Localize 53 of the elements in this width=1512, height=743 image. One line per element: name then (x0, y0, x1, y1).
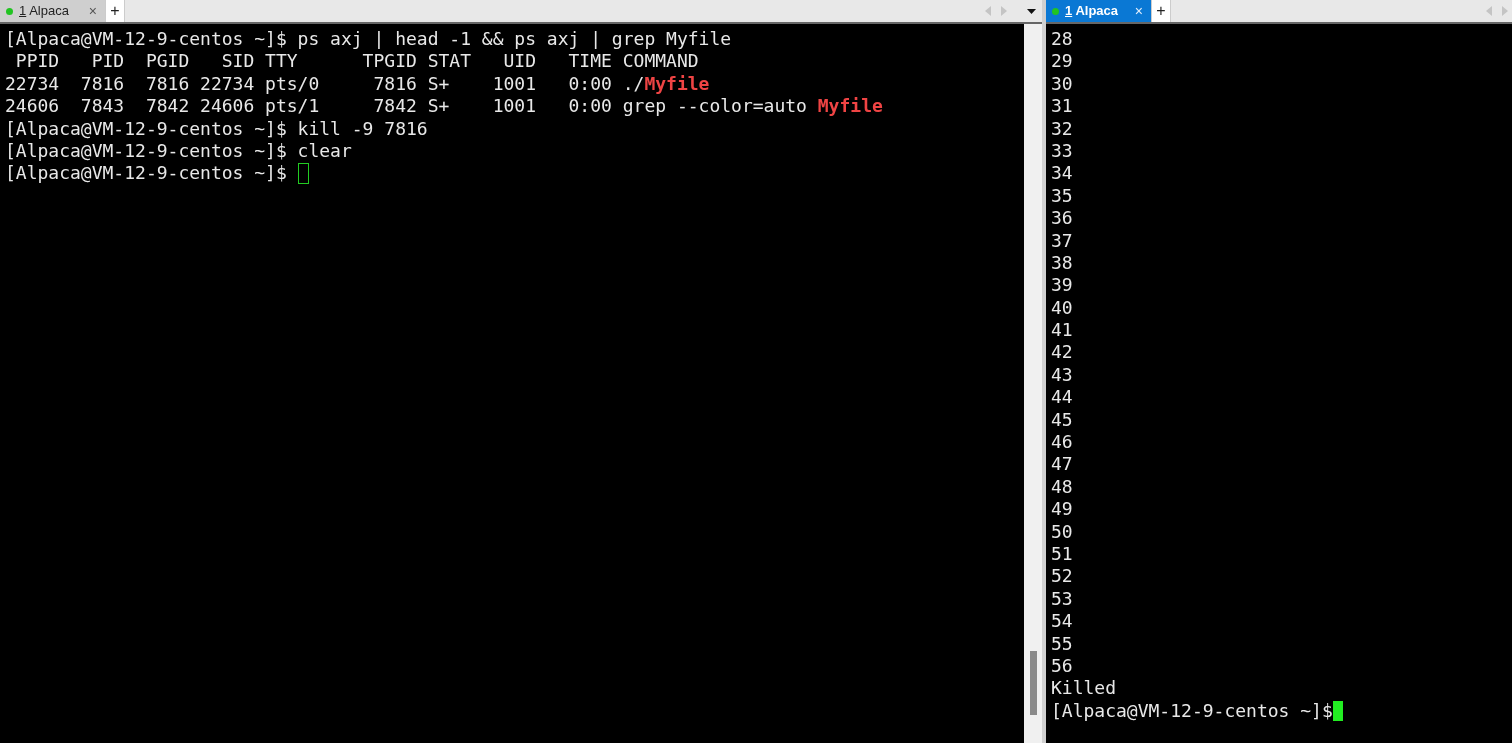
terminal-line: 29 (1051, 50, 1073, 73)
terminal-line: 41 (1051, 319, 1073, 342)
new-tab-button[interactable]: + (105, 0, 125, 22)
scroll-right-icon[interactable] (1501, 6, 1508, 16)
scrollbar[interactable] (1024, 24, 1042, 743)
terminal-line: 43 (1051, 363, 1073, 387)
terminal-line: 47 (1051, 453, 1073, 476)
terminal-line: 22734 7816 7816 22734 pts/0 7816 S+ 1001 0:00 ./Myfile (5, 72, 710, 96)
terminal-line: 56 (1051, 654, 1073, 678)
terminal-prompt: [Alpaca@VM-12-9-centos ~]$ (5, 162, 288, 185)
terminal-line: Killed (1051, 677, 1117, 700)
tab-label: 1 Alpaca (1065, 2, 1118, 21)
terminal-line: 30 (1051, 72, 1073, 96)
scroll-left-icon[interactable] (1486, 6, 1493, 16)
terminal-line: 46 (1051, 431, 1073, 454)
terminal-tab[interactable]: 1 Alpaca × (0, 0, 105, 22)
scroll-left-icon[interactable] (985, 6, 992, 16)
scroll-right-icon[interactable] (1000, 6, 1007, 16)
close-tab-button[interactable]: × (88, 0, 97, 22)
terminal-line: 54 (1051, 610, 1073, 633)
tab-label: 1 Alpaca (19, 2, 69, 21)
terminal-line: PPID PID PGID SID TTY TPGID STAT UID TIME COMMAND (14, 50, 699, 73)
terminal-line: 45 (1051, 408, 1073, 432)
terminal-line: 50 (1051, 520, 1073, 543)
scrollbar-thumb[interactable] (1029, 651, 1037, 715)
terminal-line: 35 (1051, 184, 1073, 208)
terminal-line: 32 (1051, 117, 1073, 140)
terminal-line: 38 (1051, 251, 1073, 275)
terminal-line: 48 (1051, 475, 1073, 499)
terminal-line: [Alpaca@VM-12-9-centos ~]$ ps axj | head -1 && ps axj | grep Myfile (5, 28, 732, 51)
dropdown-icon[interactable] (1027, 8, 1036, 14)
terminal-line: 40 (1051, 296, 1073, 320)
terminal-line: [Alpaca@VM-12-9-centos ~]$ clear (5, 139, 352, 163)
terminal-prompt: [Alpaca@VM-12-9-centos ~]$ (1051, 699, 1333, 723)
terminal-line: [Alpaca@VM-12-9-centos ~]$ kill -9 7816 (5, 117, 428, 140)
terminal-line: 44 (1051, 386, 1073, 409)
terminal-line: 24606 7843 7842 24606 pts/1 7842 S+ 1001 0:00 grep --color=auto Myfile (5, 95, 883, 118)
terminal-line: 51 (1051, 543, 1073, 566)
terminal-line: 28 (1051, 28, 1073, 51)
terminal-line: 39 (1051, 274, 1073, 297)
terminal-line: 31 (1051, 95, 1073, 118)
terminal-line: 52 (1051, 565, 1073, 588)
terminal-tab[interactable]: 1 Alpaca × (1046, 0, 1151, 22)
terminal-line: 34 (1051, 162, 1073, 185)
terminal-line: 37 (1051, 229, 1073, 252)
terminal-line: 36 (1051, 207, 1073, 230)
terminal-line: 55 (1051, 632, 1073, 655)
terminal-line: 42 (1051, 341, 1073, 364)
terminal-line: 33 (1051, 139, 1073, 163)
new-tab-button[interactable]: + (1151, 0, 1171, 22)
terminal-line: 53 (1051, 587, 1073, 611)
terminal-line: 49 (1051, 498, 1073, 521)
close-tab-button[interactable]: × (1134, 0, 1143, 22)
